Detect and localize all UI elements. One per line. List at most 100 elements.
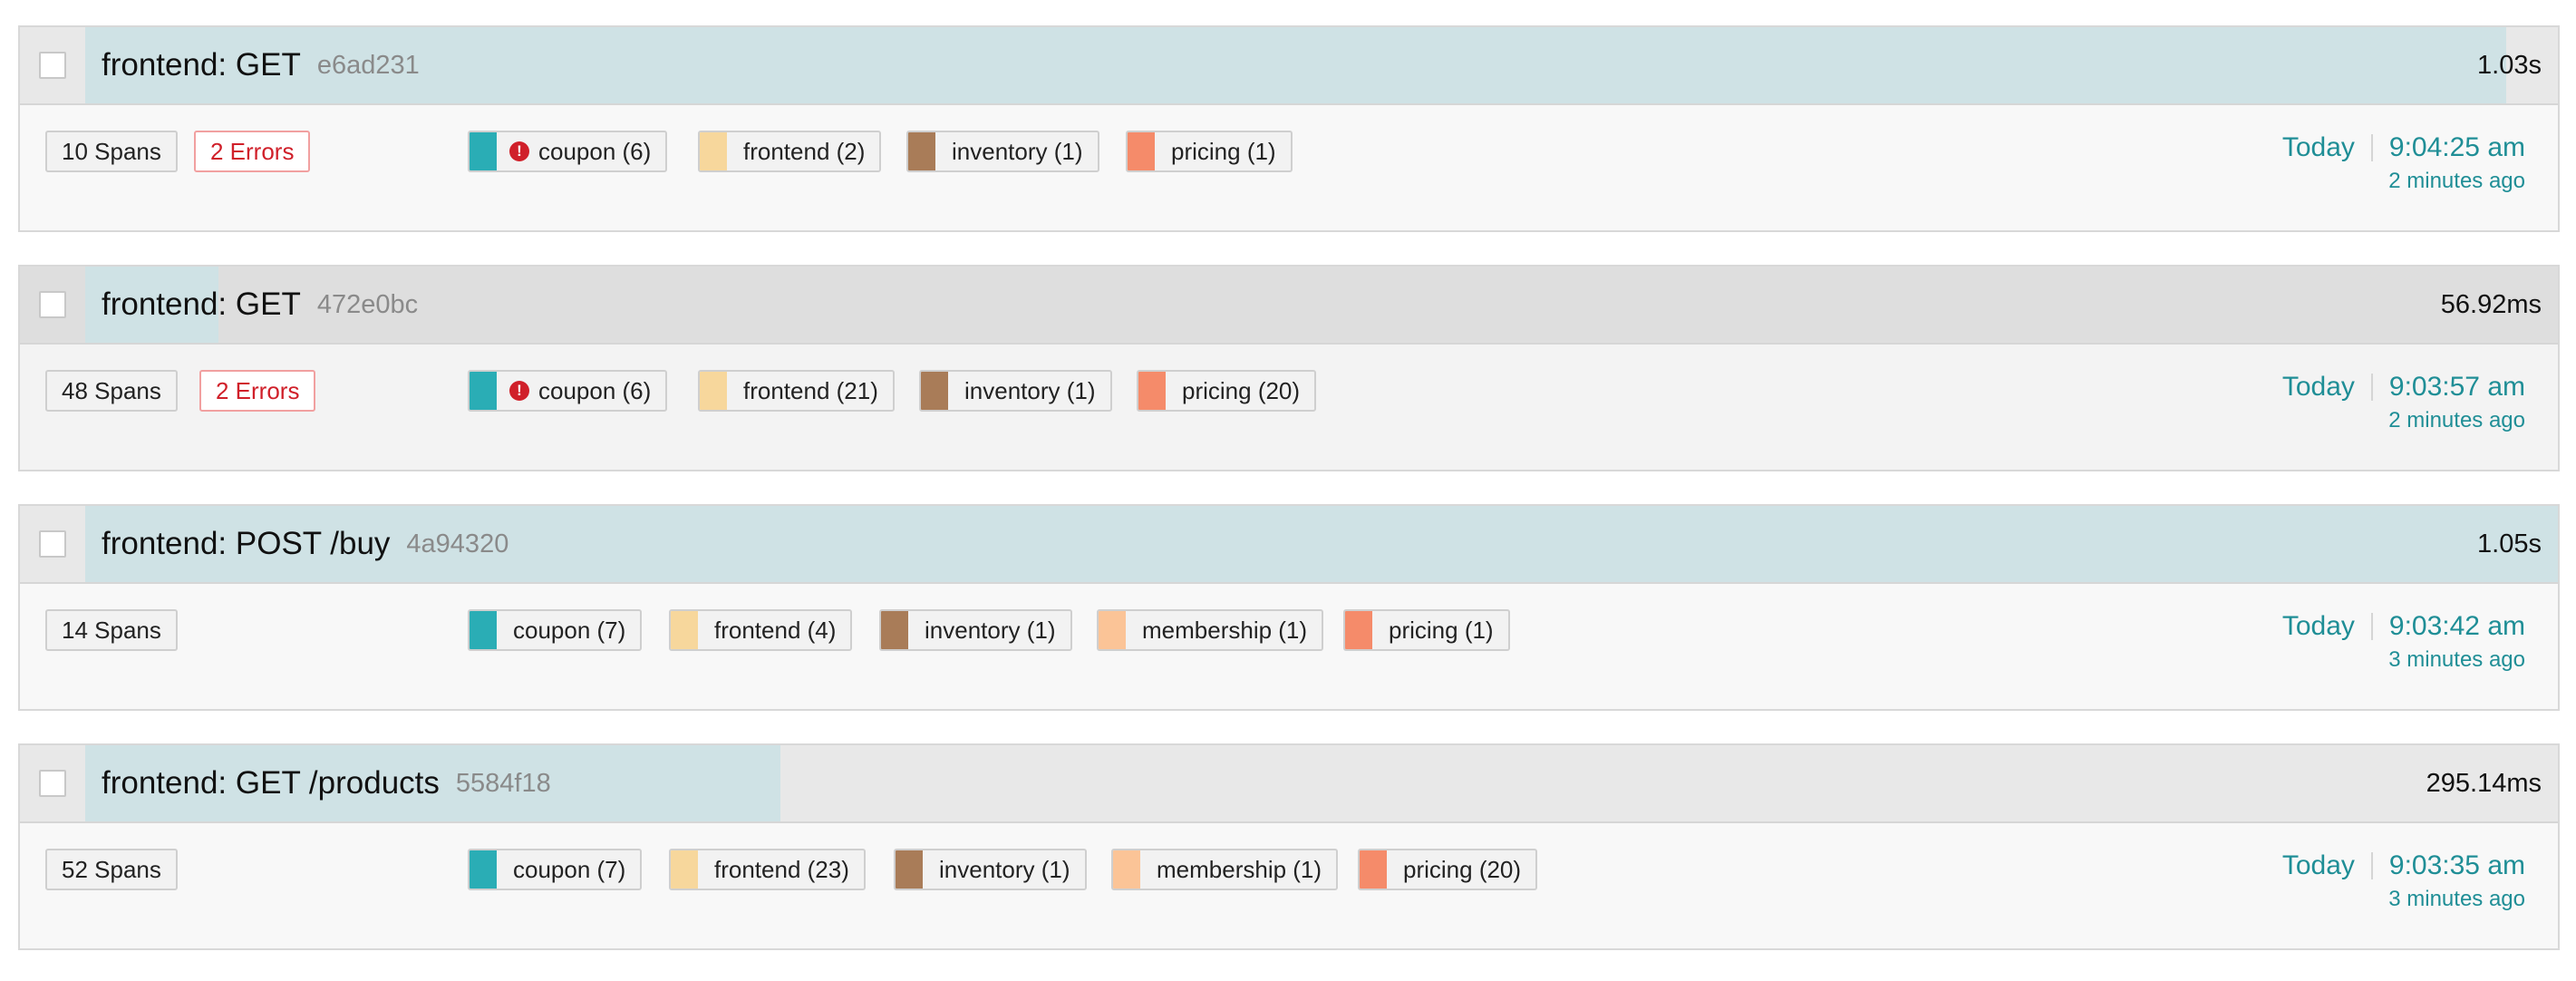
compare-checkbox[interactable] [39, 770, 66, 797]
service-color-swatch [908, 132, 935, 170]
trace-duration: 1.03s [2477, 50, 2542, 80]
service-tag-frontend[interactable]: frontend (2) [698, 131, 882, 172]
service-tag-label: coupon (7) [513, 855, 626, 883]
timestamp-relative: 2 minutes ago [2388, 169, 2525, 193]
timestamp-relative: 3 minutes ago [2388, 887, 2525, 911]
service-tag-inventory[interactable]: inventory (1) [894, 849, 1087, 890]
timestamp-time: 9:03:35 am [2388, 850, 2525, 880]
trace-item[interactable]: frontend: GET 472e0bc 56.92ms 48 Spans 2… [18, 265, 2560, 471]
checkbox-cell [20, 27, 85, 103]
service-tag-label: inventory (1) [964, 376, 1096, 404]
service-tag-label: pricing (1) [1171, 137, 1276, 165]
trace-duration: 295.14ms [2426, 768, 2542, 798]
trace-item[interactable]: frontend: GET /products 5584f18 295.14ms… [18, 743, 2560, 950]
trace-title[interactable]: frontend: GET 472e0bc [102, 267, 418, 343]
service-tag-label: coupon (7) [513, 616, 626, 644]
service-color-swatch [470, 132, 497, 170]
trace-duration: 56.92ms [2440, 289, 2542, 319]
trace-title[interactable]: frontend: GET /products 5584f18 [102, 745, 551, 821]
service-tag-membership[interactable]: membership (1) [1097, 609, 1324, 651]
service-color-swatch [1138, 372, 1166, 410]
timestamp-day: Today [2281, 850, 2355, 880]
service-color-swatch [470, 372, 497, 410]
error-icon: ! [509, 381, 529, 401]
service-tag-frontend[interactable]: frontend (23) [669, 849, 866, 890]
trace-header[interactable]: frontend: POST /buy 4a94320 1.05s [20, 506, 2558, 584]
service-tag-frontend[interactable]: frontend (21) [698, 370, 895, 412]
service-tag-label: frontend (23) [714, 855, 849, 883]
timestamp-divider [2370, 852, 2373, 879]
service-color-swatch [700, 372, 727, 410]
service-color-swatch [470, 611, 497, 649]
service-tag-label: frontend (2) [743, 137, 866, 165]
service-tag-label: pricing (1) [1389, 616, 1494, 644]
compare-checkbox[interactable] [39, 291, 66, 318]
service-tag-inventory[interactable]: inventory (1) [879, 609, 1072, 651]
checkbox-cell [20, 745, 85, 821]
trace-service-operation: frontend: GET [102, 47, 301, 83]
trace-id: 5584f18 [455, 768, 551, 798]
service-tag-coupon[interactable]: coupon (7) [468, 849, 643, 890]
service-tag-pricing[interactable]: pricing (20) [1137, 370, 1317, 412]
service-color-swatch [1099, 611, 1126, 649]
compare-checkbox[interactable] [39, 52, 66, 79]
service-tag-label: membership (1) [1157, 855, 1322, 883]
service-tag-label: inventory (1) [939, 855, 1070, 883]
service-tag-label: frontend (4) [714, 616, 837, 644]
checkbox-cell [20, 506, 85, 582]
trace-title[interactable]: frontend: GET e6ad231 [102, 27, 420, 103]
service-tag-label: membership (1) [1142, 616, 1308, 644]
trace-header[interactable]: frontend: GET /products 5584f18 295.14ms [20, 745, 2558, 823]
timestamp-time: 9:03:57 am [2388, 372, 2525, 402]
trace-timestamp: Today 9:03:42 am 3 minutes ago [2282, 611, 2525, 673]
compare-checkbox[interactable] [39, 530, 66, 558]
service-tag-label: pricing (20) [1182, 376, 1301, 404]
service-tag-pricing[interactable]: pricing (1) [1343, 609, 1510, 651]
service-tag-pricing[interactable]: pricing (1) [1126, 131, 1293, 172]
service-tag-label: coupon (6) [538, 376, 652, 404]
timestamp-relative: 3 minutes ago [2388, 647, 2525, 672]
checkbox-cell [20, 267, 85, 343]
service-tag-pricing[interactable]: pricing (20) [1358, 849, 1538, 890]
trace-header[interactable]: frontend: GET e6ad231 1.03s [20, 27, 2558, 105]
service-tag-label: inventory (1) [925, 616, 1056, 644]
timestamp-day: Today [2281, 611, 2355, 641]
timestamp-time: 9:03:42 am [2388, 611, 2525, 641]
error-icon: ! [509, 141, 529, 161]
service-color-swatch [881, 611, 908, 649]
service-tag-label: inventory (1) [952, 137, 1083, 165]
service-tag-coupon[interactable]: ! coupon (6) [468, 370, 668, 412]
trace-timestamp: Today 9:04:25 am 2 minutes ago [2282, 132, 2525, 194]
service-tag-coupon[interactable]: coupon (7) [468, 609, 643, 651]
error-count-badge: 2 Errors [199, 370, 316, 412]
service-color-swatch [1113, 850, 1140, 889]
trace-title[interactable]: frontend: POST /buy 4a94320 [102, 506, 508, 582]
timestamp-day: Today [2281, 372, 2355, 402]
service-tag-coupon[interactable]: ! coupon (6) [468, 131, 668, 172]
service-tag-inventory[interactable]: inventory (1) [906, 131, 1099, 172]
trace-service-operation: frontend: GET /products [102, 765, 440, 801]
trace-id: 4a94320 [406, 529, 509, 558]
service-tag-label: frontend (21) [743, 376, 878, 404]
trace-header[interactable]: frontend: GET 472e0bc 56.92ms [20, 267, 2558, 345]
service-color-swatch [1345, 611, 1372, 649]
trace-duration: 1.05s [2477, 529, 2542, 558]
trace-service-operation: frontend: POST /buy [102, 526, 391, 561]
service-tag-membership[interactable]: membership (1) [1111, 849, 1339, 890]
service-color-swatch [1360, 850, 1387, 889]
duration-bar [85, 27, 2506, 103]
trace-body: 52 Spans coupon (7) frontend (23) invent… [20, 823, 2558, 950]
trace-timestamp: Today 9:03:35 am 3 minutes ago [2282, 850, 2525, 912]
trace-id: 472e0bc [316, 289, 419, 319]
trace-item[interactable]: frontend: POST /buy 4a94320 1.05s 14 Spa… [18, 504, 2560, 711]
service-tag-label: coupon (6) [538, 137, 652, 165]
service-color-swatch [921, 372, 948, 410]
service-color-swatch [671, 611, 698, 649]
service-tag-label: pricing (20) [1403, 855, 1522, 883]
service-tag-inventory[interactable]: inventory (1) [919, 370, 1112, 412]
trace-list: frontend: GET e6ad231 1.03s 10 Spans 2 E… [18, 25, 2560, 950]
trace-item[interactable]: frontend: GET e6ad231 1.03s 10 Spans 2 E… [18, 25, 2560, 232]
timestamp-divider [2370, 134, 2373, 161]
timestamp-divider [2370, 374, 2373, 401]
service-tag-frontend[interactable]: frontend (4) [669, 609, 853, 651]
